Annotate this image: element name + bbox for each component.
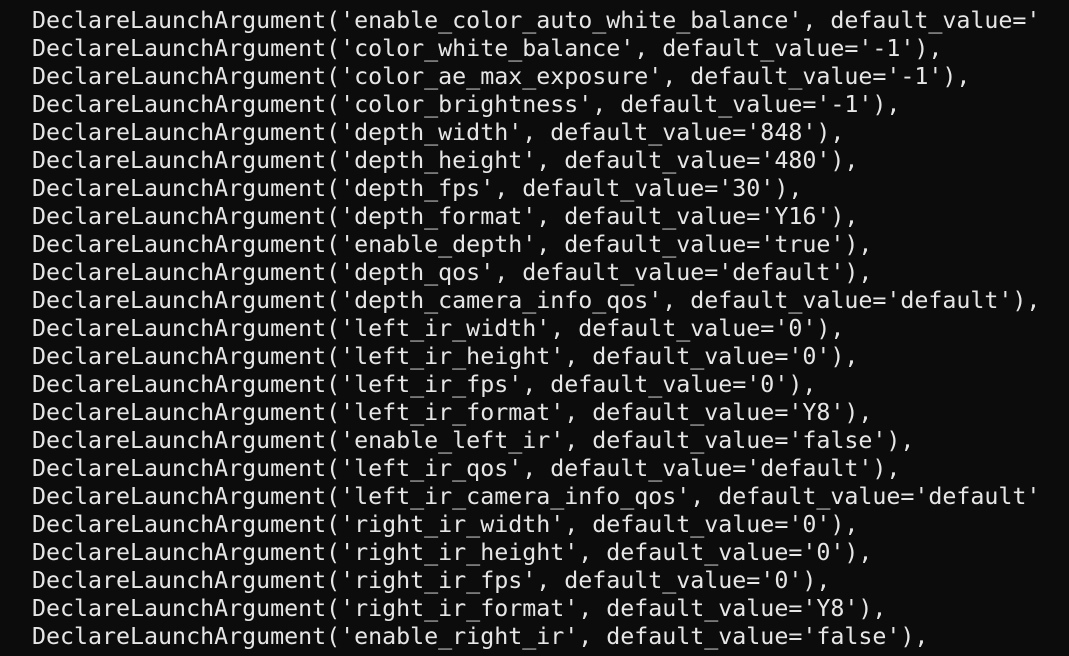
code-line: DeclareLaunchArgument('left_ir_camera_in… [32,483,1041,510]
code-line: DeclareLaunchArgument('color_white_balan… [32,35,943,62]
code-line: DeclareLaunchArgument('left_ir_fps', def… [32,371,817,398]
code-line: DeclareLaunchArgument('left_ir_format', … [32,399,873,426]
code-line: DeclareLaunchArgument('enable_left_ir', … [32,427,915,454]
code-line: DeclareLaunchArgument('enable_right_ir',… [32,623,929,650]
code-line: DeclareLaunchArgument('depth_format', de… [32,203,859,230]
terminal-window[interactable]: DeclareLaunchArgument('enable_color_auto… [0,0,1069,656]
code-line: DeclareLaunchArgument('right_ir_height',… [32,539,873,566]
code-line: DeclareLaunchArgument('right_ir_format',… [32,595,887,622]
code-line: DeclareLaunchArgument('enable_depth', de… [32,231,873,258]
code-line: DeclareLaunchArgument('color_ae_max_expo… [32,63,971,90]
code-line: DeclareLaunchArgument('left_ir_qos', def… [32,455,901,482]
code-line: DeclareLaunchArgument('depth_fps', defau… [32,175,803,202]
code-line: DeclareLaunchArgument('enable_color_auto… [32,7,1041,34]
code-line: DeclareLaunchArgument('color_brightness'… [32,91,901,118]
code-line: DeclareLaunchArgument('depth_height', de… [32,147,859,174]
code-line: DeclareLaunchArgument('right_ir_fps', de… [32,567,831,594]
code-line: DeclareLaunchArgument('right_ir_width', … [32,511,859,538]
code-line: DeclareLaunchArgument('depth_qos', defau… [32,259,873,286]
code-line: DeclareLaunchArgument('depth_camera_info… [32,287,1041,314]
code-line: DeclareLaunchArgument('left_ir_width', d… [32,315,845,342]
code-line: DeclareLaunchArgument('left_ir_height', … [32,343,859,370]
code-listing: DeclareLaunchArgument('enable_color_auto… [32,7,1040,651]
code-line: DeclareLaunchArgument('depth_width', def… [32,119,845,146]
